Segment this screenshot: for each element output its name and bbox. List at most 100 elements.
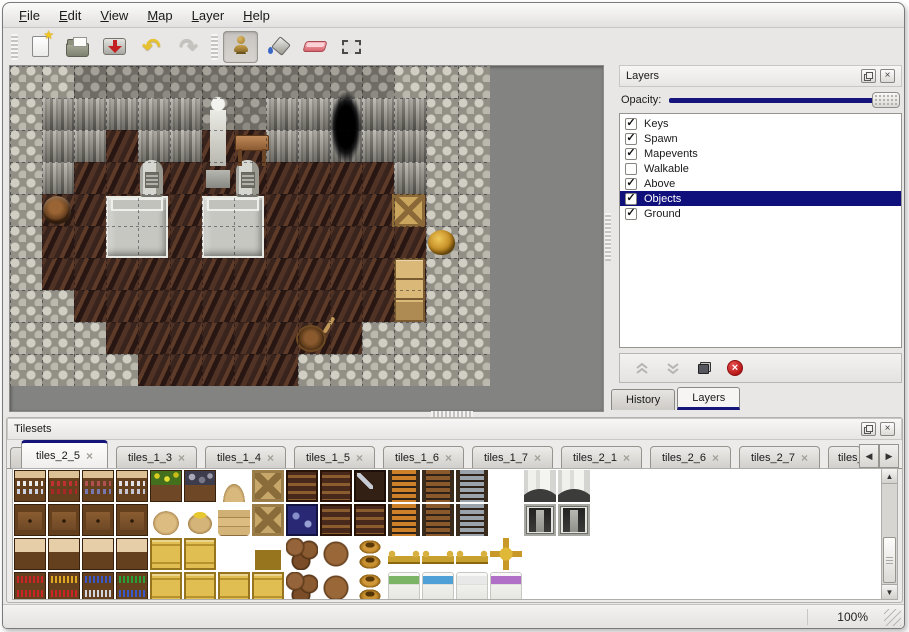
tileset-tile-ladder-o[interactable] <box>388 470 420 502</box>
tab-close-icon[interactable]: × <box>356 452 363 464</box>
tileset-tile-bott-m[interactable] <box>48 572 80 600</box>
select-button[interactable] <box>334 31 369 63</box>
history-tab[interactable]: History <box>611 389 675 410</box>
menu-item-layer[interactable]: Layer <box>184 5 233 26</box>
tileset-tile-crate-y[interactable] <box>150 538 182 570</box>
tileset-tile-shelf-red[interactable] <box>48 470 80 502</box>
tileset-tab-tiles_1_3[interactable]: tiles_1_3× <box>116 446 197 468</box>
tileset-tile-chest[interactable] <box>320 504 352 536</box>
tileset-tab-tiles_1_5[interactable]: tiles_1_5× <box>294 446 375 468</box>
opacity-slider-groove[interactable] <box>669 98 898 103</box>
close-button[interactable]: × <box>880 422 895 436</box>
layer-visibility-checkbox[interactable]: ✓ <box>625 148 637 160</box>
tileset-tile-rail[interactable] <box>388 538 420 570</box>
scrollbar-thumb[interactable] <box>883 537 896 583</box>
tab-close-icon[interactable]: × <box>178 452 185 464</box>
tileset-tile-arch[interactable] <box>524 470 556 502</box>
menu-item-help[interactable]: Help <box>235 5 278 26</box>
tileset-tile-rail[interactable] <box>422 538 454 570</box>
menu-item-map[interactable]: Map <box>139 5 180 26</box>
tileset-tile-bott-r[interactable] <box>14 572 46 600</box>
opacity-slider-handle[interactable] <box>872 92 900 108</box>
tileset-tab-tiles_2_1[interactable]: tiles_2_1× <box>561 446 642 468</box>
tileset-tile-chest-z[interactable] <box>354 470 386 502</box>
menu-item-file[interactable]: File <box>11 5 48 26</box>
tileset-tile-shelf-drawer[interactable] <box>14 504 46 536</box>
tileset-tile-ladder-b[interactable] <box>422 470 454 502</box>
tileset-tile-ladder-b[interactable] <box>422 504 454 536</box>
save-button[interactable] <box>97 31 132 63</box>
tileset-tile-shelf-dish[interactable] <box>14 470 46 502</box>
tileset-scrollbar[interactable]: ▲ ▼ <box>881 468 898 600</box>
tileset-tile-crate-y[interactable] <box>218 572 250 600</box>
layer-visibility-checkbox[interactable]: ✓ <box>625 178 637 190</box>
move-layer-down-button[interactable] <box>663 358 683 378</box>
layer-row-objects[interactable]: ✓Objects <box>620 191 901 206</box>
tileset-tile-chest[interactable] <box>286 470 318 502</box>
menu-item-view[interactable]: View <box>92 5 136 26</box>
float-button[interactable] <box>861 422 876 436</box>
float-button[interactable] <box>861 69 876 83</box>
tab-close-icon[interactable]: × <box>801 452 808 464</box>
tileset-tile-crate-x[interactable] <box>252 504 284 536</box>
tileset-tile-door[interactable] <box>558 504 590 536</box>
tileset-tile-barrel[interactable] <box>320 572 352 600</box>
eraser-button[interactable] <box>297 31 332 63</box>
duplicate-layer-button[interactable] <box>694 358 714 378</box>
toolbar-drag-handle[interactable] <box>211 34 218 60</box>
tileset-tile-counter[interactable] <box>48 538 80 570</box>
tileset-tile-chest[interactable] <box>320 470 352 502</box>
map-canvas[interactable] <box>10 66 490 386</box>
tileset-tile-pots[interactable] <box>354 572 386 600</box>
tileset-tile-sack-top[interactable] <box>218 470 250 502</box>
stamp-button[interactable] <box>223 31 258 63</box>
tileset-tab-partial[interactable] <box>10 447 21 468</box>
tileset-tile-plant[interactable] <box>150 470 182 502</box>
tileset-tile-arch[interactable] <box>558 470 590 502</box>
tileset-tab-tiles_2_6[interactable]: tiles_2_6× <box>650 446 731 468</box>
delete-layer-button[interactable]: × <box>725 358 745 378</box>
tileset-tile-shelf-pot[interactable] <box>82 470 114 502</box>
layer-list[interactable]: ✓Keys✓Spawn✓MapeventsWalkable✓Above✓Obje… <box>619 113 902 348</box>
tab-scroll-right-button[interactable]: ▶ <box>879 444 899 468</box>
tab-close-icon[interactable]: × <box>712 452 719 464</box>
scroll-up-button[interactable]: ▲ <box>882 469 897 484</box>
redo-button[interactable]: ↷ <box>171 31 206 63</box>
layer-row-spawn[interactable]: ✓Spawn <box>620 131 901 146</box>
tileset-tile-shelf-drawer[interactable] <box>48 504 80 536</box>
tileset-tab-tiles[interactable]: tiles_ <box>828 446 861 468</box>
move-layer-up-button[interactable] <box>632 358 652 378</box>
splitter-vertical-handle[interactable] <box>605 213 611 261</box>
tileset-tile-bed-white[interactable] <box>456 572 488 600</box>
scroll-down-button[interactable]: ▼ <box>882 584 897 599</box>
tileset-tile-crate-y[interactable] <box>150 572 182 600</box>
layer-visibility-checkbox[interactable]: ✓ <box>625 133 637 145</box>
tileset-tile-counter[interactable] <box>116 538 148 570</box>
tileset-tile-door[interactable] <box>524 504 556 536</box>
tileset-tile-counter[interactable] <box>14 538 46 570</box>
tileset-tab-tiles_2_5[interactable]: tiles_2_5× <box>21 440 108 468</box>
tileset-tile-crate-x[interactable] <box>252 470 284 502</box>
open-button[interactable] <box>60 31 95 63</box>
tileset-tile-crate-y[interactable] <box>184 538 216 570</box>
tab-close-icon[interactable]: × <box>534 452 541 464</box>
tileset-tab-tiles_2_7[interactable]: tiles_2_7× <box>739 446 820 468</box>
tileset-tile-rail-gold[interactable] <box>490 538 522 570</box>
tileset-tile-crate-y[interactable] <box>252 572 284 600</box>
tileset-tile-bott-b[interactable] <box>82 572 114 600</box>
layer-row-keys[interactable]: ✓Keys <box>620 116 901 131</box>
tileset-tile-crate-navy[interactable] <box>286 504 318 536</box>
tab-close-icon[interactable]: × <box>445 452 452 464</box>
undo-button[interactable]: ↶ <box>134 31 169 63</box>
tileset-tile-shelf-jar[interactable] <box>116 470 148 502</box>
tab-close-icon[interactable]: × <box>267 452 274 464</box>
tileset-tile-ladder-s[interactable] <box>456 504 488 536</box>
layer-visibility-checkbox[interactable]: ✓ <box>625 193 637 205</box>
tileset-tile-bott-g[interactable] <box>116 572 148 600</box>
layer-row-mapevents[interactable]: ✓Mapevents <box>620 146 901 161</box>
opacity-slider[interactable] <box>669 91 900 109</box>
tileset-tile-ladder-o[interactable] <box>388 504 420 536</box>
tileset-tile-shelf-drawer[interactable] <box>116 504 148 536</box>
tileset-tile-ladder-s[interactable] <box>456 470 488 502</box>
tileset-tile-barrel[interactable] <box>320 538 352 570</box>
